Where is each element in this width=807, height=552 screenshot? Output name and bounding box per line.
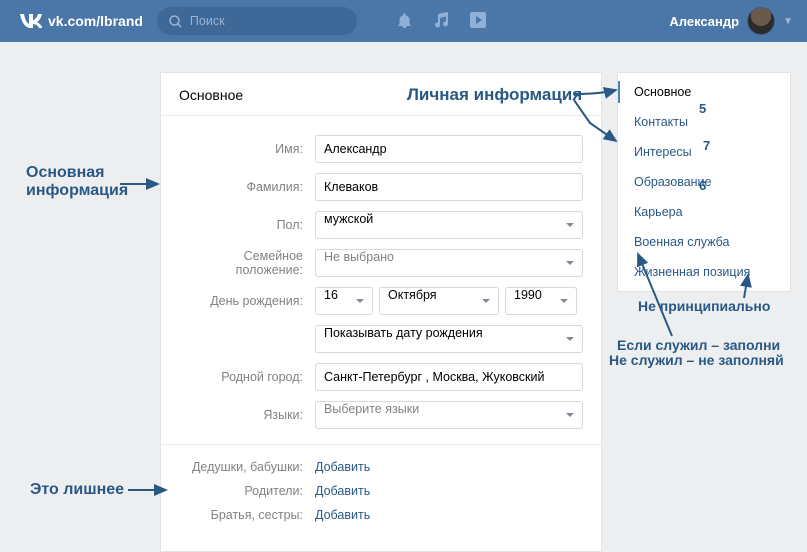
name-input[interactable] — [315, 135, 583, 163]
vk-header: vk.com/lbrand Александр ▼ — [0, 0, 807, 42]
label-name: Имя: — [179, 142, 315, 156]
tab-contacts[interactable]: Контакты — [618, 107, 790, 137]
header-url: vk.com/lbrand — [48, 13, 143, 29]
play-box-icon[interactable] — [470, 12, 486, 31]
gender-select[interactable]: мужской — [315, 211, 583, 239]
annotation-military-1: Если служил – заполни — [617, 337, 780, 353]
label-surname: Фамилия: — [179, 180, 315, 194]
surname-input[interactable] — [315, 173, 583, 201]
avatar — [747, 7, 775, 35]
header-icons — [397, 12, 486, 31]
vk-icon — [18, 14, 42, 28]
birthday-month-select[interactable]: Октября — [379, 287, 499, 315]
bell-icon[interactable] — [397, 12, 412, 31]
add-parents-link[interactable]: Добавить — [315, 484, 370, 498]
label-hometown: Родной город: — [179, 370, 315, 384]
tab-main[interactable]: Основное — [618, 77, 790, 107]
user-menu[interactable]: Александр ▼ — [669, 7, 793, 35]
add-grandparents-link[interactable]: Добавить — [315, 460, 370, 474]
chevron-down-icon: ▼ — [783, 16, 793, 27]
sidebar: Основное Контакты Интересы Образование К… — [617, 72, 791, 292]
card-title: Основное — [161, 73, 601, 116]
search-box[interactable] — [157, 7, 357, 35]
tab-career[interactable]: Карьера — [618, 197, 790, 227]
username: Александр — [669, 14, 739, 29]
label-grandparents: Дедушки, бабушки: — [179, 460, 315, 474]
tab-life-position[interactable]: Жизненная позиция — [618, 257, 790, 287]
marital-select[interactable]: Не выбрано — [315, 249, 583, 277]
annotation-extra: Это лишнее — [30, 481, 124, 499]
label-languages: Языки: — [179, 408, 315, 422]
birthday-day-select[interactable]: 16 — [315, 287, 373, 315]
vk-logo[interactable]: vk.com/lbrand — [18, 13, 143, 29]
tab-education[interactable]: Образование — [618, 167, 790, 197]
label-marital: Семейное положение: — [179, 249, 315, 277]
divider — [161, 444, 601, 445]
label-parents: Родители: — [179, 484, 315, 498]
label-gender: Пол: — [179, 218, 315, 232]
tab-military[interactable]: Военная служба — [618, 227, 790, 257]
annotation-not-important: Не принципиально — [638, 298, 770, 314]
label-siblings: Братья, сестры: — [179, 508, 315, 522]
search-input[interactable] — [190, 14, 340, 28]
add-siblings-link[interactable]: Добавить — [315, 508, 370, 522]
label-birthday: День рождения: — [179, 294, 315, 308]
annotation-main-info: Основная информация — [26, 164, 146, 200]
languages-select[interactable]: Выберите языки — [315, 401, 583, 429]
music-icon[interactable] — [434, 12, 448, 31]
birthday-year-select[interactable]: 1990 — [505, 287, 577, 315]
profile-form-card: Основное Имя: Фамилия: Пол: мужской Семе… — [160, 72, 602, 552]
annotation-military-2: Не служил – не заполняй — [609, 352, 784, 368]
birthday-visibility-select[interactable]: Показывать дату рождения — [315, 325, 583, 353]
tab-interests[interactable]: Интересы — [618, 137, 790, 167]
search-icon — [169, 15, 182, 28]
hometown-input[interactable] — [315, 363, 583, 391]
